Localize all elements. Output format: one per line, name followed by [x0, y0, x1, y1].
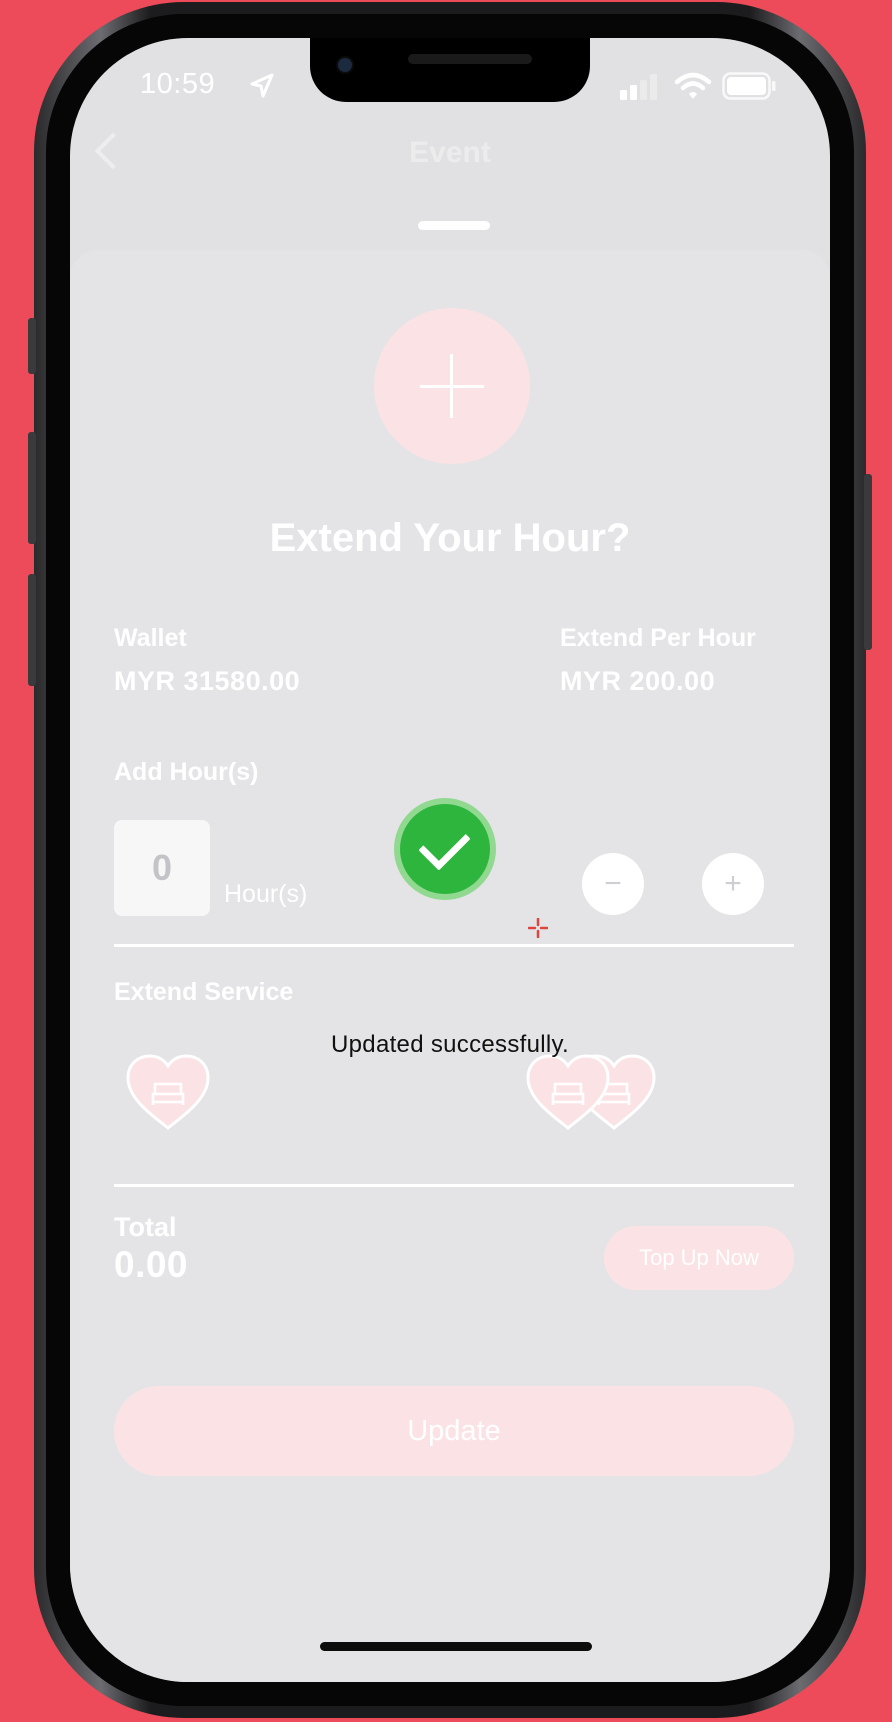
- volume-down-button: [28, 574, 36, 686]
- speaker-grille: [408, 54, 532, 64]
- toast-message: Updated successfully.: [331, 1031, 569, 1058]
- divider-hours: [114, 944, 794, 947]
- sheet-title: Extend Your Hour?: [269, 516, 631, 560]
- decrement-button[interactable]: −: [582, 853, 644, 915]
- service-heart-bed-icon[interactable]: [126, 1054, 210, 1132]
- nav-title: Event: [409, 136, 491, 169]
- battery-icon: [722, 72, 776, 100]
- top-up-button[interactable]: Top Up Now: [604, 1226, 794, 1290]
- wifi-icon: [674, 72, 712, 99]
- rate-value: MYR 200.00: [560, 666, 716, 696]
- total-label: Total: [114, 1212, 177, 1242]
- update-button[interactable]: Update: [114, 1386, 794, 1476]
- front-camera: [338, 58, 352, 72]
- add-hours-label: Add Hour(s): [114, 758, 259, 786]
- volume-up-button: [28, 432, 36, 544]
- hours-input-value: 0: [151, 847, 173, 888]
- plus-icon-stroke: [450, 354, 453, 418]
- home-indicator[interactable]: [320, 1642, 592, 1651]
- mute-switch: [28, 318, 36, 374]
- extend-service-label: Extend Service: [114, 978, 294, 1006]
- total-value: 0.00: [114, 1244, 189, 1285]
- wallet-value: MYR 31580.00: [114, 666, 301, 696]
- divider-service: [114, 1184, 794, 1187]
- cellular-signal-icon: [620, 74, 657, 100]
- power-button: [864, 474, 872, 650]
- location-arrow-icon: [250, 73, 274, 98]
- touch-cursor-icon: [528, 918, 548, 938]
- status-time: 10:59: [140, 68, 216, 100]
- sheet-drag-handle[interactable]: [418, 221, 490, 230]
- wallet-label: Wallet: [114, 624, 187, 652]
- notch: [310, 38, 590, 102]
- rate-label: Extend Per Hour: [560, 624, 756, 652]
- increment-button[interactable]: +: [702, 853, 764, 915]
- hours-unit-label: Hour(s): [224, 880, 308, 908]
- phone-screen: 10:59 Event Extend Your Hour? Wallet MYR…: [70, 38, 830, 1682]
- service-heart-bed-icon[interactable]: [526, 1054, 610, 1132]
